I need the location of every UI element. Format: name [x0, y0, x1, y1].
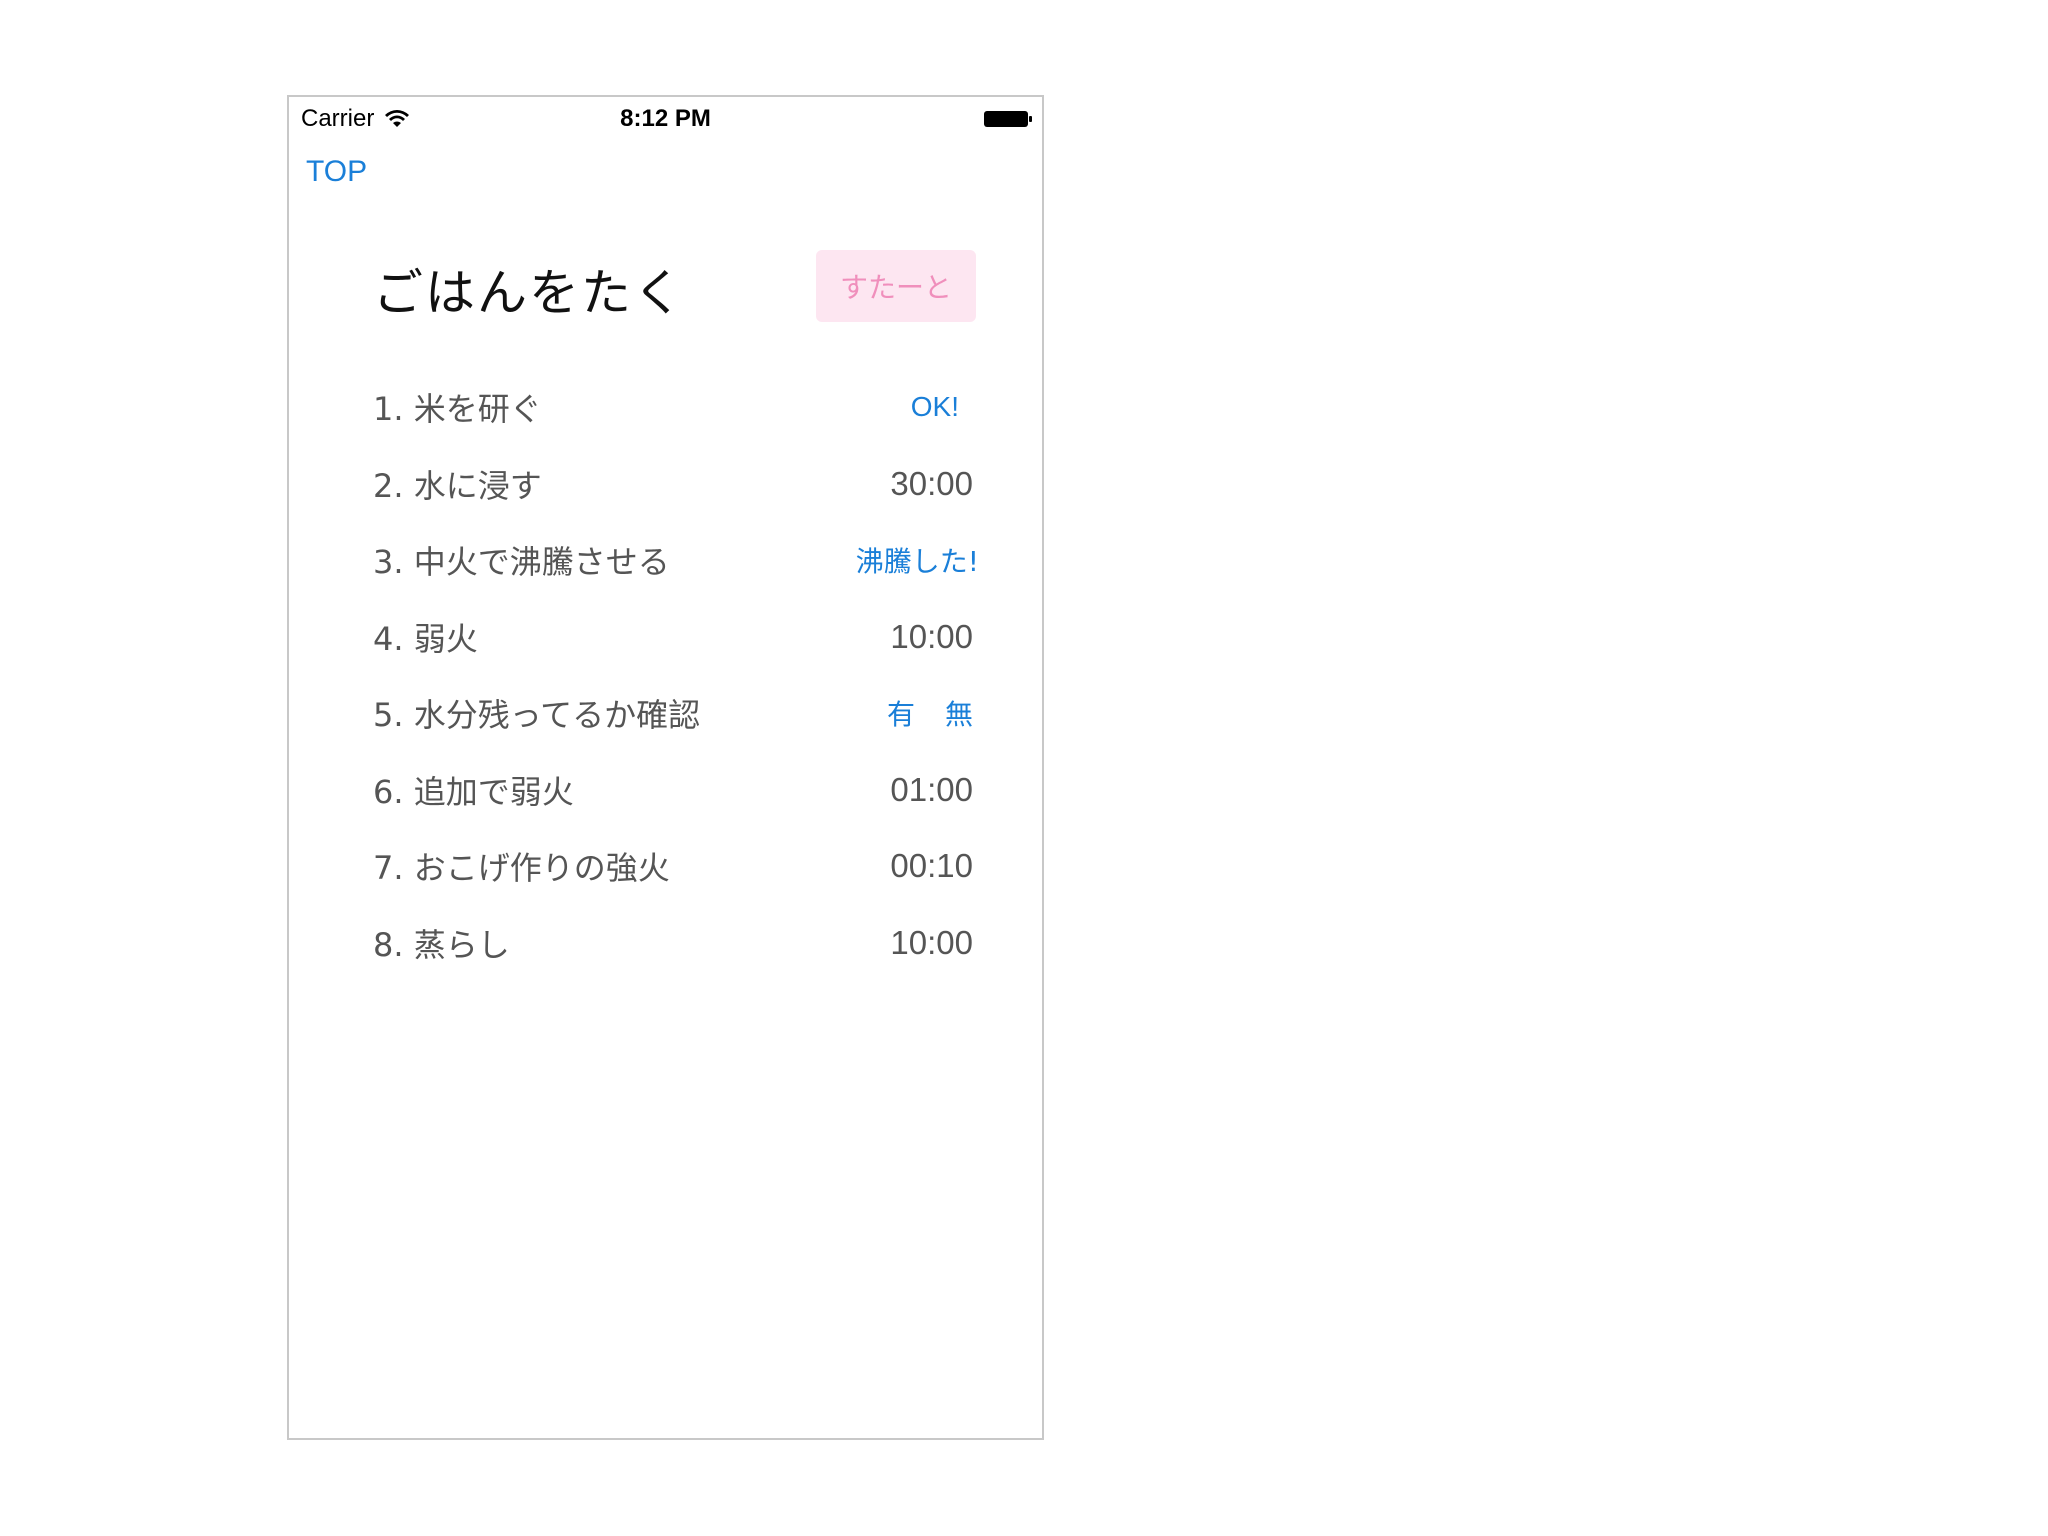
step-row-4: 4. 弱火 10:00	[373, 599, 979, 676]
steps-list: 1. 米を研ぐ OK! 2. 水に浸す 30:00 3. 中火で沸騰させる 沸騰…	[373, 369, 979, 981]
step-label: 2. 水に浸す	[373, 466, 542, 505]
step-label: 7. おこげ作りの強火	[373, 849, 670, 888]
step-timer: 10:00	[890, 617, 973, 655]
step-timer: 01:00	[890, 770, 973, 808]
step-row-1: 1. 米を研ぐ OK!	[373, 369, 979, 446]
step-label: 3. 中火で沸騰させる	[373, 543, 670, 582]
step-label: 5. 水分残ってるか確認	[373, 696, 701, 735]
water-check-options: 有 無	[887, 693, 973, 733]
step-label: 8. 蒸らし	[373, 925, 510, 964]
step-label: 6. 追加で弱火	[373, 772, 574, 811]
step-row-7: 7. おこげ作りの強火 00:10	[373, 828, 979, 905]
ok-button[interactable]: OK!	[911, 391, 959, 423]
step-label: 1. 米を研ぐ	[373, 390, 542, 429]
status-time: 8:12 PM	[620, 105, 711, 132]
top-back-link[interactable]: TOP	[306, 155, 367, 189]
step-row-3: 3. 中火で沸騰させる 沸騰した!	[373, 522, 979, 599]
step-row-6: 6. 追加で弱火 01:00	[373, 752, 979, 829]
battery-icon	[984, 111, 1032, 127]
step-row-5: 5. 水分残ってるか確認 有 無	[373, 675, 979, 752]
page-title: ごはんをたく	[373, 264, 685, 322]
water-no-button[interactable]: 無	[945, 693, 973, 733]
step-row-2: 2. 水に浸す 30:00	[373, 446, 979, 523]
step-timer: 30:00	[890, 464, 973, 502]
step-timer: 00:10	[890, 847, 973, 885]
status-bar: Carrier 8:12 PM	[289, 97, 1042, 141]
step-timer: 10:00	[890, 923, 973, 961]
step-label: 4. 弱火	[373, 619, 478, 658]
start-button[interactable]: すたーと	[816, 250, 976, 322]
phone-screen: Carrier 8:12 PM TOP ごはんをたく すたーと 1. 米を研ぐ …	[287, 95, 1044, 1440]
boiled-button[interactable]: 沸騰した!	[856, 540, 979, 580]
step-row-8: 8. 蒸らし 10:00	[373, 905, 979, 982]
water-yes-button[interactable]: 有	[887, 693, 915, 733]
